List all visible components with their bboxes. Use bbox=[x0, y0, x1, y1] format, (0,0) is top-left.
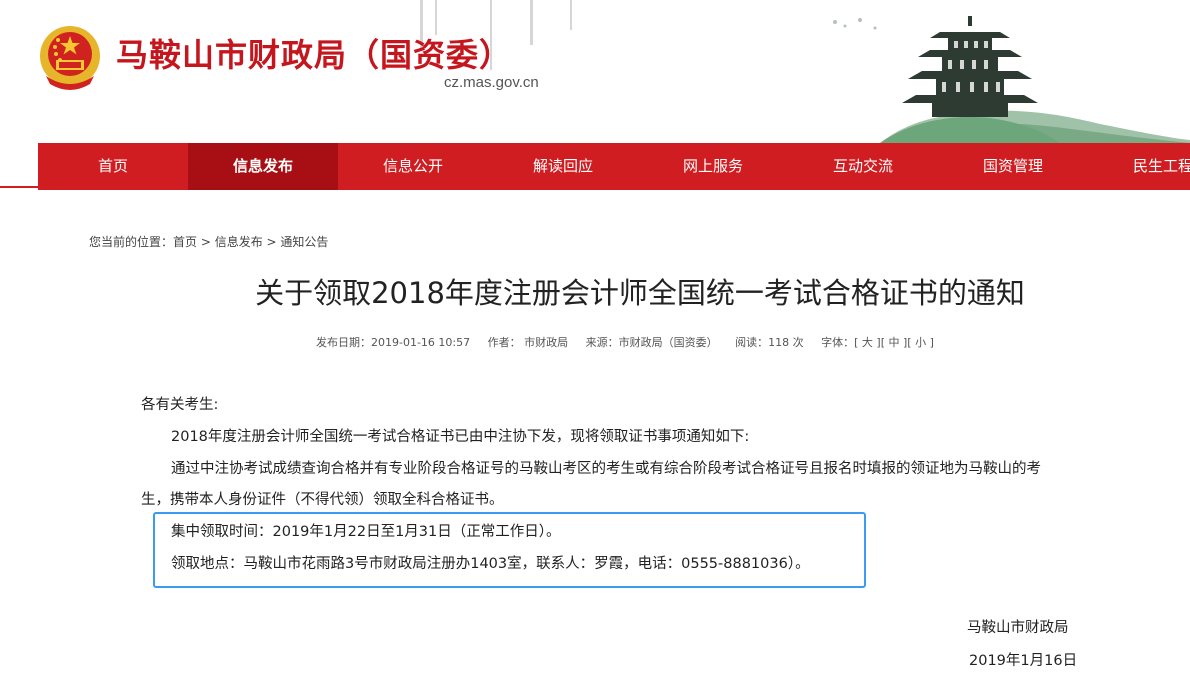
breadcrumb-notice-link[interactable]: 通知公告 bbox=[280, 235, 328, 249]
collection-time: 集中领取时间：2019年1月22日至1月31日（正常工作日）。 bbox=[171, 524, 561, 540]
nav-left-accent bbox=[0, 186, 38, 188]
publish-date: 发布日期：2019-01-16 10:57 bbox=[316, 336, 471, 349]
national-emblem-icon bbox=[40, 26, 100, 90]
article-title: 关于领取2018年度注册会计师全国统一考试合格证书的通知 bbox=[255, 276, 1025, 310]
breadcrumb-separator: > bbox=[197, 235, 215, 249]
signature-date: 2019年1月16日 bbox=[969, 653, 1078, 669]
signature: 马鞍山市财政局 bbox=[967, 620, 1069, 636]
paragraph-eligibility-line1: 通过中注协考试成绩查询合格并有专业阶段合格证号的马鞍山考区的考生或有综合阶段考试… bbox=[171, 461, 1041, 477]
nav-item-info-release[interactable]: 信息发布 bbox=[188, 143, 338, 190]
author: 作者： 市财政局 bbox=[487, 336, 569, 349]
font-size-label: 字体： bbox=[821, 336, 855, 349]
collection-place: 领取地点：马鞍山市花雨路3号市财政局注册办1403室，联系人：罗霞，电话：055… bbox=[171, 556, 810, 572]
font-size-medium-button[interactable]: [ 中 ] bbox=[881, 336, 908, 349]
source: 来源：市财政局（国资委） bbox=[585, 336, 718, 349]
nav-item-interpretation[interactable]: 解读回应 bbox=[488, 143, 638, 190]
nav-item-online-service[interactable]: 网上服务 bbox=[638, 143, 788, 190]
nav-item-interaction[interactable]: 互动交流 bbox=[788, 143, 938, 190]
nav-item-info-disclosure[interactable]: 信息公开 bbox=[338, 143, 488, 190]
breadcrumb-separator: > bbox=[262, 235, 281, 249]
font-size-small-button[interactable]: [ 小 ] bbox=[907, 336, 934, 349]
nav-item-home[interactable]: 首页 bbox=[38, 143, 188, 190]
site-domain: cz.mas.gov.cn bbox=[444, 74, 539, 91]
breadcrumb-prefix: 您当前的位置： bbox=[89, 235, 174, 249]
font-size-large-button[interactable]: [ 大 ] bbox=[854, 336, 881, 349]
paragraph-eligibility-line2: 生，携带本人身份证件（不得代领）领取全科合格证书。 bbox=[141, 492, 504, 508]
view-count: 阅读：118 次 bbox=[735, 336, 804, 349]
breadcrumb-info-release-link[interactable]: 信息发布 bbox=[215, 235, 263, 249]
greeting: 各有关考生: bbox=[141, 397, 219, 413]
main-nav: 首页 信息发布 信息公开 解读回应 网上服务 互动交流 国资管理 民生工程 bbox=[38, 143, 1190, 190]
article-meta: 发布日期：2019-01-16 10:57 作者： 市财政局 来源：市财政局（国… bbox=[316, 334, 934, 350]
breadcrumb-home-link[interactable]: 首页 bbox=[173, 235, 197, 249]
nav-item-livelihood[interactable]: 民生工程 bbox=[1088, 143, 1190, 190]
site-title: 马鞍山市财政局（国资委） bbox=[116, 36, 513, 74]
nav-item-state-assets[interactable]: 国资管理 bbox=[938, 143, 1088, 190]
pavilion-illustration bbox=[880, 16, 1060, 143]
breadcrumb: 您当前的位置：首页 > 信息发布 > 通知公告 bbox=[89, 233, 328, 250]
paragraph-intro: 2018年度注册会计师全国统一考试合格证书已由中注协下发，现将领取证书事项通知如… bbox=[171, 429, 750, 445]
site-header: 马鞍山市财政局（国资委） cz.mas.gov.cn bbox=[0, 0, 1190, 143]
